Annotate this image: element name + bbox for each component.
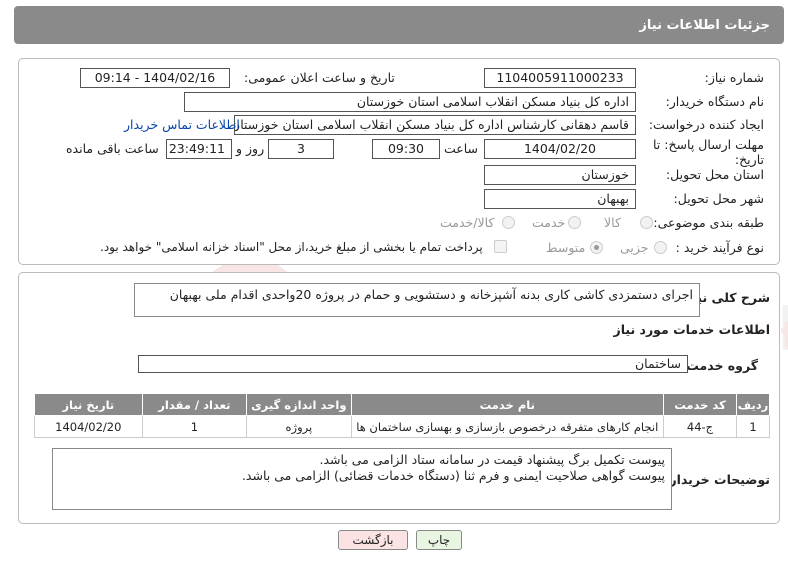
purchase-option-medium: متوسط	[546, 240, 586, 255]
deadline-time-field: 09:30	[372, 139, 440, 159]
deadline-date-field: 1404/02/20	[484, 139, 636, 159]
col-quantity: تعداد / مقدار	[141, 393, 248, 416]
time-remaining-field: 23:49:11	[166, 139, 232, 159]
buyer-note-line-2: پیوست گواهی صلاحیت ایمنی و فرم ثنا (دستگ…	[241, 468, 665, 483]
category-label: طبقه بندی موضوعی:	[653, 215, 764, 230]
requester-label: ایجاد کننده درخواست:	[648, 117, 764, 132]
days-label: روز و	[236, 141, 265, 156]
deadline-label-line1: مهلت ارسال پاسخ: تا	[653, 137, 764, 152]
category-radio-goods-service[interactable]	[502, 216, 515, 229]
service-group-label: گروه خدمت:	[681, 358, 758, 373]
table-row: 1 ج-44 انجام کارهای متفرقه درخصوص بازساز…	[34, 415, 770, 438]
time-remaining-label: ساعت باقی مانده	[66, 141, 159, 156]
back-button[interactable]: بازگشت	[338, 530, 408, 550]
treasury-note: پرداخت تمام یا بخشی از مبلغ خرید،از محل …	[100, 240, 483, 254]
cell-unit: پروژه	[246, 415, 352, 438]
announce-datetime-label: تاریخ و ساعت اعلان عمومی:	[244, 70, 395, 85]
service-group-field: ساختمان	[138, 355, 688, 373]
page-header: جزئیات اطلاعات نیاز	[14, 6, 784, 44]
deadline-time-label: ساعت	[444, 141, 479, 156]
city-field: بهبهان	[484, 189, 636, 209]
cell-service-name: انجام کارهای متفرقه درخصوص بازسازی و بهس…	[350, 415, 664, 438]
buyer-notes-textarea[interactable]: پیوست تکمیل برگ پیشنهاد قیمت در سامانه س…	[52, 448, 672, 510]
treasury-checkbox[interactable]	[494, 240, 507, 253]
buyer-org-field: اداره کل بنیاد مسکن انقلاب اسلامی استان …	[184, 92, 636, 112]
purchase-radio-minor[interactable]	[654, 241, 667, 254]
need-number-label: شماره نیاز:	[704, 70, 764, 85]
cell-quantity: 1	[141, 415, 248, 438]
col-need-date: تاریخ نیاز	[34, 393, 143, 416]
buyer-note-line-1: پیوست تکمیل برگ پیشنهاد قیمت در سامانه س…	[319, 452, 665, 467]
days-remaining-field: 3	[268, 139, 334, 159]
need-number-field: 1104005911000233	[484, 68, 636, 88]
cell-row: 1	[736, 415, 770, 438]
announce-datetime-field: 1404/02/16 - 09:14	[80, 68, 230, 88]
requester-field: قاسم دهقانی کارشناس اداره کل بنیاد مسکن …	[234, 115, 636, 135]
need-info-panel	[18, 58, 780, 265]
city-label: شهر محل تحویل:	[673, 191, 764, 206]
category-radio-goods[interactable]	[640, 216, 653, 229]
cell-service-code: ج-44	[662, 415, 738, 438]
deadline-label-line2: تاریخ:	[734, 152, 764, 167]
province-label: استان محل تحویل:	[665, 167, 764, 182]
page-title: جزئیات اطلاعات نیاز	[639, 18, 770, 33]
category-option-service: خدمت	[532, 215, 566, 230]
services-section-title: اطلاعات خدمات مورد نیاز	[613, 322, 771, 337]
col-service-name: نام خدمت	[350, 393, 664, 416]
services-table: ردیف کد خدمت نام خدمت واحد اندازه گیری ت…	[34, 393, 770, 438]
category-option-goods: کالا	[604, 215, 621, 230]
cell-need-date: 1404/02/20	[34, 415, 143, 438]
category-option-goods-service: کالا/خدمت	[440, 215, 495, 230]
province-field: خوزستان	[484, 165, 636, 185]
buyer-notes-label: توضیحات خریدار:	[664, 472, 770, 487]
purchase-radio-medium[interactable]	[590, 241, 603, 254]
purchase-type-label: نوع فرآیند خرید :	[675, 240, 764, 255]
description-textarea[interactable]: اجرای دستمزدی کاشی کاری بدنه آشپزخانه و …	[134, 283, 700, 317]
purchase-option-minor: جزیی	[620, 240, 649, 255]
col-unit: واحد اندازه گیری	[246, 393, 352, 416]
col-row: ردیف	[736, 393, 770, 416]
category-radio-service[interactable]	[568, 216, 581, 229]
print-button[interactable]: چاپ	[416, 530, 462, 550]
services-table-header: ردیف کد خدمت نام خدمت واحد اندازه گیری ت…	[34, 393, 770, 416]
col-service-code: کد خدمت	[662, 393, 738, 416]
buyer-contact-link[interactable]: اطلاعات تماس خریدار	[124, 117, 240, 132]
buyer-org-label: نام دستگاه خریدار:	[665, 94, 764, 109]
